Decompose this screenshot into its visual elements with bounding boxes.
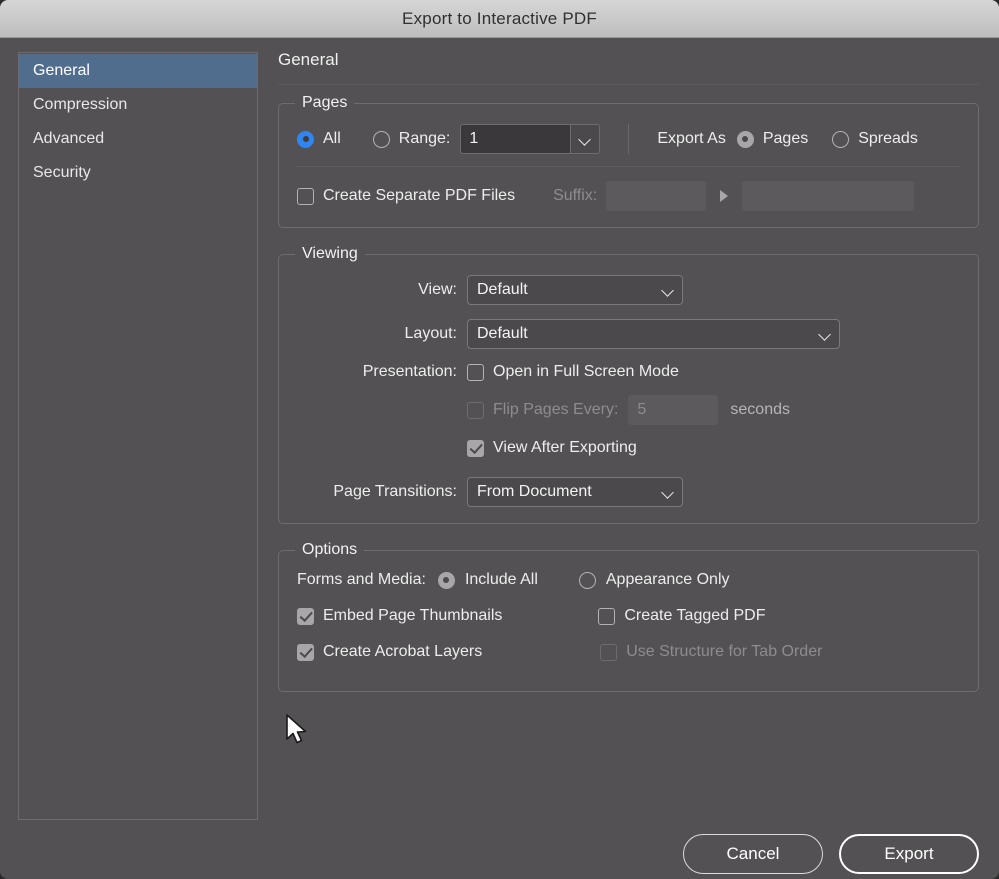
radio-include-all[interactable] <box>437 571 455 589</box>
radio-range-label: Range: <box>398 130 451 147</box>
use-structure-for-tab-order-label: Use Structure for Tab Order <box>626 643 823 660</box>
checkbox-create-tagged-pdf[interactable] <box>598 607 616 625</box>
separate-files-row: Create Separate PDF Files Suffix: <box>297 181 960 211</box>
page-transitions-label: Page Transitions: <box>333 483 457 500</box>
checkbox-view-after-exporting[interactable] <box>467 439 484 457</box>
page-title: General <box>278 50 339 69</box>
open-in-full-screen-mode-label: Open in Full Screen Mode <box>493 363 679 380</box>
layout-select[interactable]: Default <box>467 319 840 349</box>
checkbox-use-structure-for-tab-order[interactable] <box>600 643 618 661</box>
radio-export-pages[interactable] <box>736 130 754 148</box>
sidebar-list: General Compression Advanced Security <box>18 52 258 820</box>
create-tagged-pdf-label: Create Tagged PDF <box>624 607 766 624</box>
sidebar-item-general[interactable]: General <box>19 54 257 88</box>
content-pane: General Pages All Range: 1 Export As Pag… <box>260 38 999 820</box>
appearance-only-label: Appearance Only <box>605 571 730 588</box>
view-after-exporting-row: View After Exporting <box>297 439 960 457</box>
sidebar-item-label: General <box>33 62 90 79</box>
checkbox-open-in-full-screen-mode[interactable] <box>467 363 484 381</box>
viewing-group-legend: Viewing <box>295 245 365 263</box>
presentation-label: Presentation: <box>362 363 457 380</box>
suffix-label: Suffix: <box>553 187 598 204</box>
create-separate-pdf-files-label: Create Separate PDF Files <box>323 187 516 204</box>
forms-and-media-label: Forms and Media: <box>297 571 426 588</box>
include-all-label: Include All <box>464 571 538 588</box>
radio-range[interactable] <box>372 130 390 148</box>
dialog-body: General Compression Advanced Security Ge… <box>0 38 999 820</box>
sidebar-item-advanced[interactable]: Advanced <box>19 122 257 156</box>
export-pdf-dialog: Export to Interactive PDF General Compre… <box>0 0 999 879</box>
view-select[interactable]: Default <box>467 275 683 305</box>
layout-select-value: Default <box>477 325 528 342</box>
flip-pages-every-label: Flip Pages Every: <box>493 401 619 418</box>
pages-range-row: All Range: 1 Export As Pages Spreads <box>297 124 960 154</box>
range-input[interactable]: 1 <box>460 124 571 154</box>
cancel-button[interactable]: Cancel <box>683 834 823 874</box>
checkbox-flip-pages-every[interactable] <box>467 401 484 419</box>
export-as-label: Export As <box>657 130 726 147</box>
radio-all-label: All <box>323 130 341 147</box>
suffix-input[interactable] <box>606 181 707 211</box>
play-triangle-icon[interactable] <box>720 190 729 202</box>
flip-seconds-input[interactable]: 5 <box>628 395 719 425</box>
options-group: Options Forms and Media: Include All App… <box>278 541 979 692</box>
view-select-value: Default <box>477 281 528 298</box>
cancel-button-label: Cancel <box>726 844 780 863</box>
chevron-down-icon <box>662 284 674 296</box>
pages-group-legend: Pages <box>295 94 355 112</box>
radio-export-spreads[interactable] <box>832 130 850 148</box>
title-divider <box>278 84 979 85</box>
layout-label: Layout: <box>404 325 457 342</box>
embed-thumbnails-row: Embed Page Thumbnails Create Tagged PDF <box>297 607 960 625</box>
sidebar-item-security[interactable]: Security <box>19 156 257 190</box>
layout-row: Layout: Default <box>297 319 960 349</box>
flip-pages-row: Flip Pages Every: 5 seconds <box>297 395 960 425</box>
suffix-preview-input[interactable] <box>742 181 915 211</box>
presentation-row: Presentation: Open in Full Screen Mode <box>297 363 960 381</box>
seconds-label: seconds <box>730 401 790 418</box>
checkbox-create-separate-pdf-files[interactable] <box>297 187 314 205</box>
chevron-down-icon <box>579 133 591 145</box>
radio-export-spreads-label: Spreads <box>858 130 918 147</box>
create-acrobat-layers-label: Create Acrobat Layers <box>323 643 483 660</box>
acrobat-layers-row: Create Acrobat Layers Use Structure for … <box>297 643 960 661</box>
radio-all[interactable] <box>297 130 314 148</box>
dialog-title: Export to Interactive PDF <box>402 8 597 28</box>
sidebar-item-compression[interactable]: Compression <box>19 88 257 122</box>
options-group-legend: Options <box>295 541 365 559</box>
view-label: View: <box>418 281 457 298</box>
dialog-footer: Cancel Export <box>0 820 999 879</box>
page-transitions-row: Page Transitions: From Document <box>297 477 960 507</box>
view-row: View: Default <box>297 275 960 305</box>
section-separator <box>628 124 630 154</box>
radio-export-pages-label: Pages <box>762 130 809 147</box>
sidebar-item-label: Advanced <box>33 130 105 147</box>
range-dropdown-button[interactable] <box>570 124 601 154</box>
sidebar-item-label: Compression <box>33 96 128 113</box>
radio-appearance-only[interactable] <box>578 571 596 589</box>
sidebar-container: General Compression Advanced Security <box>0 38 260 820</box>
sidebar-item-label: Security <box>33 164 91 181</box>
forms-and-media-row: Forms and Media: Include All Appearance … <box>297 571 960 589</box>
range-combo[interactable]: 1 <box>460 124 601 154</box>
chevron-down-icon <box>662 486 674 498</box>
page-transitions-value: From Document <box>477 483 592 500</box>
view-after-exporting-label: View After Exporting <box>493 439 637 456</box>
chevron-down-icon <box>819 328 831 340</box>
checkbox-create-acrobat-layers[interactable] <box>297 643 314 661</box>
pages-inner-divider <box>297 166 960 167</box>
pages-group: Pages All Range: 1 Export As Pages Sprea… <box>278 94 979 228</box>
viewing-group: Viewing View: Default Layout: Default Pr… <box>278 245 979 524</box>
export-button-label: Export <box>884 844 934 863</box>
embed-page-thumbnails-label: Embed Page Thumbnails <box>323 607 503 624</box>
dialog-titlebar: Export to Interactive PDF <box>0 0 999 38</box>
page-transitions-select[interactable]: From Document <box>467 477 683 507</box>
checkbox-embed-page-thumbnails[interactable] <box>297 607 314 625</box>
export-button[interactable]: Export <box>839 834 979 874</box>
